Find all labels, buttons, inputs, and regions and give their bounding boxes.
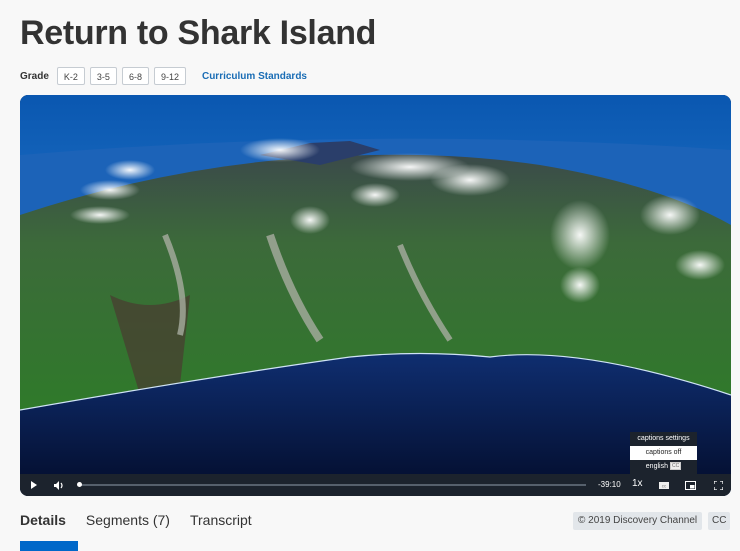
grade-chip-6-8[interactable]: 6-8 — [121, 67, 149, 85]
grade-chip-9-12[interactable]: 9-12 — [153, 67, 186, 85]
progress-knob[interactable] — [77, 482, 82, 487]
content-tabs: Details Segments (7) Transcript — [20, 512, 272, 528]
fullscreen-icon — [713, 480, 723, 490]
fullscreen-button[interactable] — [712, 479, 724, 491]
picture-in-picture-button[interactable] — [684, 479, 696, 491]
closed-captions-icon: cc — [659, 481, 669, 489]
closed-captions-button[interactable]: cc — [658, 480, 670, 490]
svg-text:cc: cc — [662, 483, 667, 488]
captions-english-label: english — [645, 463, 668, 470]
tab-segments[interactable]: Segments (7) — [86, 512, 170, 528]
grade-chip-k-2[interactable]: K-2 — [56, 67, 85, 85]
tab-details[interactable]: Details — [20, 512, 66, 528]
captions-menu-header: captions settings — [637, 435, 690, 442]
page-title: Return to Shark Island — [20, 14, 377, 52]
grade-row: Grade K-2 3-5 6-8 9-12 Curriculum Standa… — [20, 66, 307, 86]
playback-speed-button[interactable]: 1x — [632, 478, 643, 489]
copyright-credit: © 2019 Discovery Channel — [573, 512, 703, 530]
volume-icon — [53, 480, 63, 490]
closed-captions-tag: CC — [708, 512, 731, 530]
captions-english-option[interactable]: english CC — [630, 460, 697, 474]
video-control-bar: -39:10 1x cc — [20, 474, 731, 496]
play-button[interactable] — [28, 479, 40, 491]
captions-menu: captions settings captions off english CC — [630, 432, 697, 474]
grade-label: Grade — [20, 70, 49, 82]
cc-badge-icon: CC — [669, 462, 682, 471]
volume-button[interactable] — [52, 479, 66, 491]
picture-in-picture-icon — [684, 480, 696, 490]
curriculum-standards-link[interactable]: Curriculum Standards — [202, 71, 307, 82]
active-tab-indicator — [20, 541, 78, 551]
time-remaining: -39:10 — [598, 480, 621, 489]
progress-bar[interactable] — [77, 482, 586, 487]
video-frame-image — [20, 95, 731, 496]
play-icon — [31, 481, 37, 489]
tab-transcript[interactable]: Transcript — [190, 512, 252, 528]
grade-chip-3-5[interactable]: 3-5 — [89, 67, 117, 85]
captions-off-option[interactable]: captions off — [630, 446, 697, 460]
video-player[interactable]: captions settings captions off english CC… — [20, 95, 731, 496]
